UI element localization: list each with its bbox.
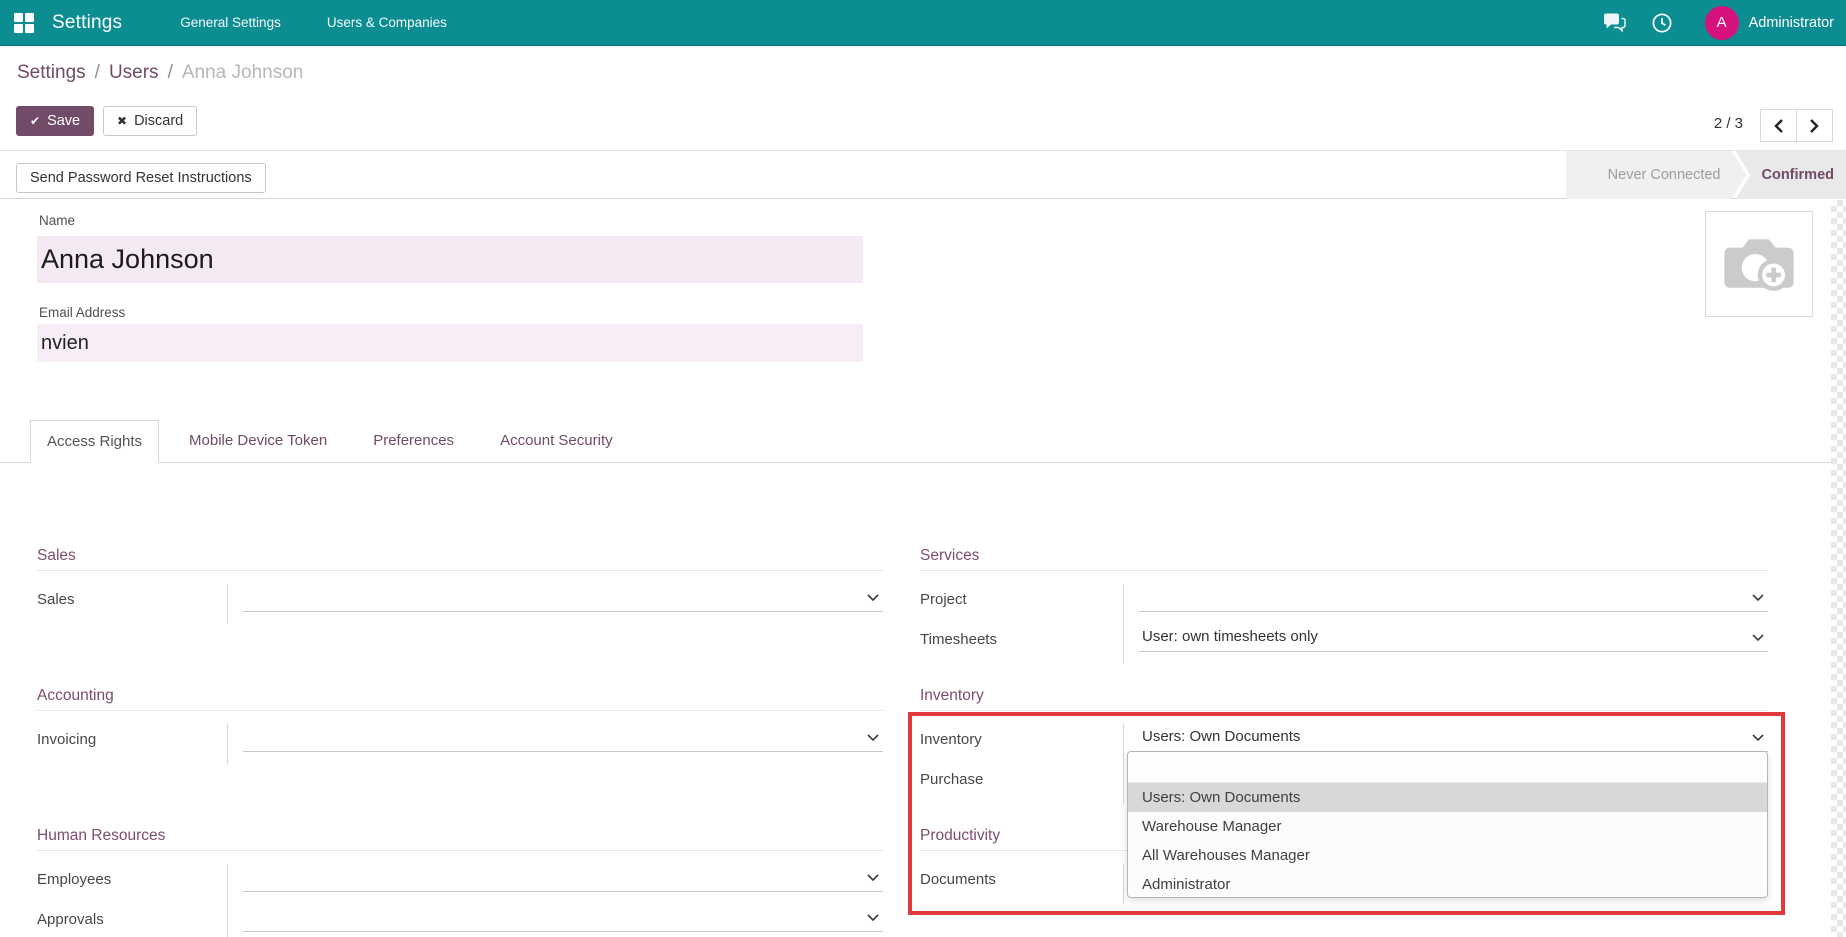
menu-general-settings[interactable]: General Settings — [180, 15, 281, 30]
inventory-select[interactable]: Users: Own Documents — [1139, 724, 1768, 752]
tab-mobile-device-token[interactable]: Mobile Device Token — [173, 420, 343, 462]
field-row-approvals: Approvals — [37, 904, 883, 937]
chevron-down-icon — [867, 914, 879, 921]
section-accounting: Accounting Invoicing — [37, 686, 883, 764]
dropdown-option-all-warehouses-manager[interactable]: All Warehouses Manager — [1128, 841, 1767, 870]
check-icon: ✔ — [30, 114, 40, 128]
notebook-tabs: Access Rights Mobile Device Token Prefer… — [0, 420, 1831, 463]
statusbar: Send Password Reset Instructions Never C… — [0, 150, 1846, 199]
transparency-checker-strip — [1831, 200, 1846, 937]
approvals-select[interactable] — [243, 904, 883, 932]
field-label-project: Project — [920, 584, 1124, 624]
project-select[interactable] — [1139, 584, 1768, 612]
field-label-timesheets: Timesheets — [920, 624, 1124, 664]
dropdown-option-warehouse-manager[interactable]: Warehouse Manager — [1128, 812, 1767, 841]
email-field-label: Email Address — [39, 305, 125, 320]
chevron-down-icon — [867, 594, 879, 601]
field-row-project: Project — [920, 584, 1768, 624]
breadcrumb-separator: / — [168, 62, 173, 83]
discard-button[interactable]: ✖ Discard — [103, 106, 197, 136]
breadcrumb-separator: / — [95, 62, 100, 83]
field-label-approvals: Approvals — [37, 904, 228, 937]
field-label-sales: Sales — [37, 584, 228, 624]
field-row-employees: Employees — [37, 864, 883, 904]
chevron-down-icon — [1752, 734, 1764, 741]
breadcrumb-users[interactable]: Users — [109, 62, 159, 83]
section-title-services: Services — [920, 546, 1768, 571]
name-field-label: Name — [39, 213, 75, 228]
chevron-right-icon — [1809, 118, 1820, 134]
pager-count: 2 / 3 — [1714, 115, 1743, 132]
inventory-select-value: Users: Own Documents — [1142, 728, 1300, 745]
inventory-dropdown: Users: Own Documents Warehouse Manager A… — [1127, 751, 1768, 898]
chevron-down-icon — [867, 734, 879, 741]
chevron-down-icon — [1752, 634, 1764, 641]
chevron-down-icon — [1752, 594, 1764, 601]
status-states: Never Connected Confirmed — [1566, 151, 1846, 199]
pager — [1760, 109, 1833, 142]
section-title-sales: Sales — [37, 546, 883, 571]
employees-select[interactable] — [243, 864, 883, 892]
section-title-human-resources: Human Resources — [37, 826, 883, 851]
tab-preferences[interactable]: Preferences — [357, 420, 470, 462]
user-name[interactable]: Administrator — [1749, 15, 1834, 31]
section-human-resources: Human Resources Employees Approvals — [37, 826, 883, 937]
dropdown-option-administrator[interactable]: Administrator — [1128, 870, 1767, 898]
field-label-employees: Employees — [37, 864, 228, 904]
field-label-inventory: Inventory — [920, 724, 1124, 764]
field-row-invoicing: Invoicing — [37, 724, 883, 764]
x-icon: ✖ — [117, 114, 127, 128]
apps-menu-icon[interactable] — [14, 13, 34, 33]
pager-next-button[interactable] — [1796, 109, 1833, 142]
status-confirmed[interactable]: Confirmed — [1736, 151, 1846, 199]
invoicing-select[interactable] — [243, 724, 883, 752]
pager-previous-button[interactable] — [1760, 109, 1797, 142]
field-label-documents: Documents — [920, 864, 1124, 904]
camera-plus-icon — [1720, 233, 1798, 295]
navbar-right: A Administrator — [1578, 6, 1834, 40]
breadcrumb-current: Anna Johnson — [182, 62, 304, 83]
breadcrumb-settings[interactable]: Settings — [17, 62, 86, 83]
field-label-purchase: Purchase — [920, 764, 1124, 804]
menu-users-companies[interactable]: Users & Companies — [327, 15, 447, 30]
timesheets-select[interactable]: User: own timesheets only — [1139, 624, 1768, 652]
section-sales: Sales Sales — [37, 546, 883, 624]
dropdown-option-empty[interactable] — [1128, 752, 1767, 783]
field-row-timesheets: Timesheets User: own timesheets only — [920, 624, 1768, 664]
section-title-inventory: Inventory — [920, 686, 1768, 711]
activities-clock-icon[interactable] — [1651, 12, 1673, 34]
email-input[interactable]: nvien — [37, 324, 863, 362]
field-label-invoicing: Invoicing — [37, 724, 228, 764]
send-password-reset-button[interactable]: Send Password Reset Instructions — [16, 163, 266, 193]
save-button-label: Save — [47, 113, 80, 129]
sales-select[interactable] — [243, 584, 883, 612]
status-never-connected[interactable]: Never Connected — [1566, 151, 1747, 199]
app-name[interactable]: Settings — [52, 12, 122, 34]
field-row-sales: Sales — [37, 584, 883, 624]
profile-image-upload[interactable] — [1705, 211, 1813, 317]
dropdown-option-users-own-documents[interactable]: Users: Own Documents — [1128, 783, 1767, 812]
timesheets-select-value: User: own timesheets only — [1142, 628, 1318, 645]
tab-account-security[interactable]: Account Security — [484, 420, 629, 462]
chevron-down-icon — [867, 874, 879, 881]
user-avatar[interactable]: A — [1705, 6, 1739, 40]
navbar-menus: General Settings Users & Companies — [180, 15, 447, 30]
section-services: Services Project Timesheets User: own ti… — [920, 546, 1768, 664]
section-title-accounting: Accounting — [37, 686, 883, 711]
messages-icon[interactable] — [1602, 12, 1627, 33]
save-button[interactable]: ✔ Save — [16, 106, 94, 136]
breadcrumb: Settings / Users / Anna Johnson — [17, 57, 303, 89]
tab-access-rights[interactable]: Access Rights — [30, 420, 159, 463]
top-navbar: Settings General Settings Users & Compan… — [0, 0, 1846, 46]
settings-users-form-screen: Settings General Settings Users & Compan… — [0, 0, 1846, 937]
chevron-left-icon — [1773, 118, 1784, 134]
discard-button-label: Discard — [134, 113, 183, 129]
name-input[interactable]: Anna Johnson — [37, 236, 863, 283]
